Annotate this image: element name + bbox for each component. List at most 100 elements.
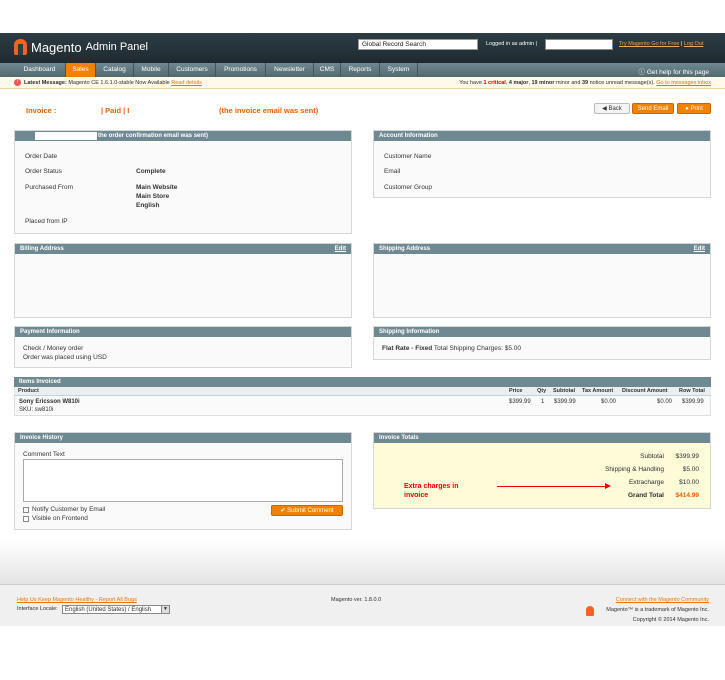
nav-catalog[interactable]: Catalog — [96, 63, 134, 77]
notify-customer-label: Notify Customer by Email — [32, 506, 106, 513]
invoice-totals-header: Invoice Totals — [374, 433, 710, 443]
items-column-headers: Product Price Qty Subtotal Tax Amount Di… — [14, 387, 711, 396]
submit-comment-button[interactable]: ✔ Submit Comment — [271, 505, 343, 516]
col-row-total: Row Total — [679, 388, 705, 394]
unread-messages: You have 1 critical, 4 major, 19 minor m… — [459, 80, 711, 86]
back-icon: ◀ — [602, 106, 607, 112]
copyright-text: Copyright © 2014 Magento Inc. — [632, 617, 709, 623]
account-info-box: Account Information Customer Name Email … — [373, 130, 711, 198]
back-button[interactable]: ◀ Back — [594, 103, 630, 114]
nav-customers[interactable]: Customers — [169, 63, 216, 77]
print-icon: ● — [685, 106, 689, 112]
magento-footer-logo-icon — [586, 606, 594, 616]
account-info-header: Account Information — [374, 131, 710, 141]
admin-header: Magento Admin Panel Global Record Search… — [0, 33, 725, 63]
magento-version: Magento ver. 1.8.0.0 — [331, 597, 382, 603]
visible-frontend-checkbox[interactable] — [23, 516, 29, 522]
redacted-order-number — [35, 132, 97, 140]
items-invoiced-header: Items Invoiced — [14, 377, 711, 387]
logo-subtitle: Admin Panel — [85, 41, 148, 53]
help-link[interactable]: ⓘ Get help for this page — [639, 66, 709, 76]
extracharge-value: $10.00 — [679, 479, 699, 486]
nav-mobile[interactable]: Mobile — [134, 63, 169, 77]
nav-system[interactable]: System — [380, 63, 418, 77]
subtotal-value: $399.99 — [675, 453, 700, 460]
page-bottom-band — [0, 540, 725, 584]
send-email-button[interactable]: Send Email — [632, 103, 674, 114]
nav-promotions[interactable]: Promotions — [216, 63, 266, 77]
messages-inbox-link[interactable]: Go to messages inbox — [656, 80, 711, 86]
magento-logo-icon — [14, 39, 27, 55]
col-subtotal: Subtotal — [553, 388, 575, 394]
nav-dashboard[interactable]: Dashboard — [14, 63, 66, 77]
footer: Help Us Keep Magento Healthy - Report Al… — [0, 584, 725, 626]
billing-address-header: Billing Address Edit — [15, 244, 351, 254]
grand-total-value: $414.99 — [675, 492, 700, 499]
nav-newsletter[interactable]: Newsletter — [266, 63, 314, 77]
invoice-status: | Paid | I — [101, 106, 130, 115]
col-tax-amount: Tax Amount — [582, 388, 614, 394]
email-label: Email — [384, 168, 401, 175]
order-info-box: the order confirmation email was sent) O… — [14, 130, 352, 234]
shipping-edit-link[interactable]: Edit — [694, 244, 705, 254]
print-button[interactable]: ● Print — [677, 103, 711, 114]
purchased-from-label: Purchased From — [25, 184, 74, 191]
billing-edit-link[interactable]: Edit — [335, 244, 346, 254]
item-row-total: $399.99 — [682, 399, 704, 405]
col-discount-amount: Discount Amount — [622, 388, 668, 394]
try-magento-go-link[interactable]: Try Magento Go for Free — [619, 41, 679, 47]
community-link[interactable]: Connect with the Magento Community — [616, 597, 709, 603]
notify-customer-checkbox[interactable] — [23, 507, 29, 513]
main-nav: Dashboard Sales Catalog Mobile Customers… — [0, 63, 725, 77]
item-tax: $0.00 — [601, 399, 617, 405]
order-status-value: Complete — [136, 168, 166, 175]
item-price: $399.99 — [509, 399, 531, 405]
shipping-handling-label: Shipping & Handling — [605, 466, 664, 473]
page-title: Invoice : — [26, 106, 57, 115]
magento-logo[interactable]: Magento Admin Panel — [14, 39, 148, 55]
logged-in-text: Logged in as admin | — [486, 41, 537, 47]
nav-cms[interactable]: CMS — [314, 63, 341, 77]
header-search-field[interactable] — [545, 39, 613, 50]
global-search-input[interactable]: Global Record Search — [358, 39, 478, 50]
locale-label: Interface Locale: — [17, 606, 58, 612]
invoice-history-header: Invoice History — [15, 433, 351, 443]
extracharge-label: Extracharge — [628, 479, 664, 486]
shipping-address-header: Shipping Address Edit — [374, 244, 710, 254]
shipping-address-box: Shipping Address Edit — [373, 243, 711, 318]
col-qty: Qty — [537, 388, 547, 394]
annotation-arrow — [497, 486, 607, 487]
read-details-link[interactable]: Read details — [171, 80, 202, 86]
extra-charges-annotation: Extra charges in invoice — [404, 483, 459, 499]
trademark-text: Magento™ is a trademark of Magento Inc. — [606, 607, 709, 613]
items-invoiced-grid: Items Invoiced Product Price Qty Subtota… — [14, 377, 711, 416]
nav-reports[interactable]: Reports — [341, 63, 380, 77]
customer-name-label: Customer Name — [384, 153, 432, 160]
item-sku: SKU: sw810i — [19, 407, 54, 413]
item-qty: 1 — [541, 399, 545, 405]
col-product: Product — [18, 388, 39, 394]
report-bugs-link[interactable]: Help Us Keep Magento Healthy - Report Al… — [17, 597, 137, 603]
subtotal-label: Subtotal — [640, 453, 664, 460]
table-row: Sony Ericsson W810i SKU: sw810i $399.99 … — [14, 396, 711, 416]
top-links: Try Magento Go for Free | Log Out — [619, 41, 704, 47]
col-price: Price — [509, 388, 523, 394]
comment-text-label: Comment Text — [23, 451, 65, 458]
comment-textarea[interactable] — [23, 459, 343, 502]
locale-select[interactable]: English (United States) / English ▼ — [62, 605, 170, 614]
purchased-store: Main Store — [136, 193, 170, 200]
item-subtotal: $399.99 — [554, 399, 576, 405]
nav-sales[interactable]: Sales — [66, 63, 96, 77]
warning-icon: ! — [14, 79, 21, 86]
logout-link[interactable]: Log Out — [684, 41, 704, 47]
logo-text: Magento — [31, 39, 82, 55]
order-date-label: Order Date — [25, 153, 58, 160]
latest-message: Latest Message: Magento CE 1.6.1.0-stabl… — [24, 80, 202, 86]
order-status-label: Order Status — [25, 168, 62, 175]
shipping-handling-value: $5.00 — [682, 466, 699, 473]
billing-address-box: Billing Address Edit — [14, 243, 352, 318]
shipping-info-box: Shipping Information Flat Rate - Fixed T… — [373, 326, 711, 360]
item-product-name: Sony Ericsson W810i — [19, 399, 80, 405]
grand-total-label: Grand Total — [628, 492, 664, 499]
submit-icon: ✔ — [280, 508, 286, 514]
